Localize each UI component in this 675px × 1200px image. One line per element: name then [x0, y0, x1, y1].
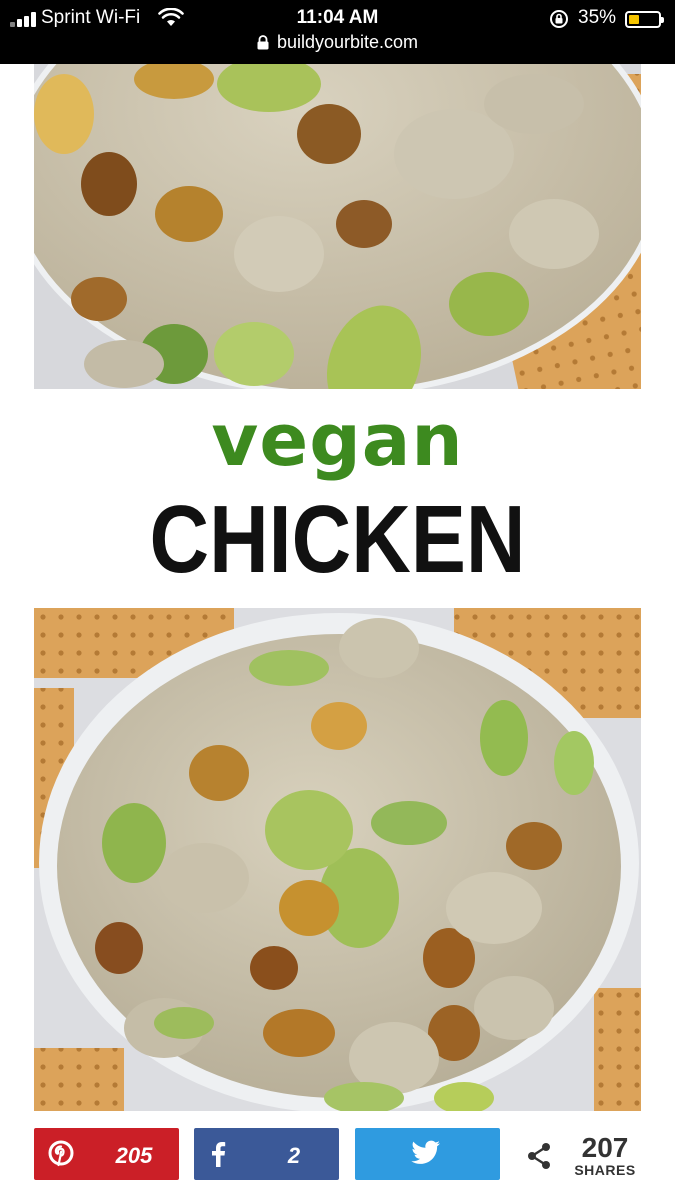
rotation-lock-icon: [549, 9, 569, 34]
share-total-count: 207: [581, 1132, 629, 1163]
salad-photo-top: [34, 64, 641, 389]
battery-level-fill: [629, 15, 639, 24]
battery-icon: [625, 11, 664, 28]
facebook-share-button[interactable]: 2: [194, 1128, 339, 1180]
lock-icon: [257, 34, 269, 55]
share-total: 207 SHARES: [522, 1132, 662, 1182]
twitter-icon: [411, 1140, 441, 1171]
social-share-bar: 205 2 207 SHARES: [0, 1112, 675, 1200]
salad-photo-bottom: [34, 608, 641, 1111]
status-bar: Sprint Wi-Fi 11:04 AM 35% buildyourbite.…: [0, 0, 675, 64]
title-vegan: vegan: [211, 398, 464, 482]
pinterest-count: 205: [115, 1143, 153, 1168]
share-icon: [526, 1142, 552, 1175]
pinterest-share-button[interactable]: 205: [34, 1128, 179, 1180]
twitter-share-button[interactable]: [355, 1128, 500, 1180]
share-total-label: SHARES: [574, 1162, 636, 1178]
clock: 11:04 AM: [296, 7, 379, 28]
address-bar[interactable]: buildyourbite.com: [0, 32, 675, 55]
battery-percent: 35%: [578, 7, 617, 28]
pinterest-icon: [48, 1140, 74, 1173]
facebook-count: 2: [287, 1143, 301, 1168]
url-text: buildyourbite.com: [276, 32, 419, 52]
facebook-icon: [208, 1140, 228, 1173]
